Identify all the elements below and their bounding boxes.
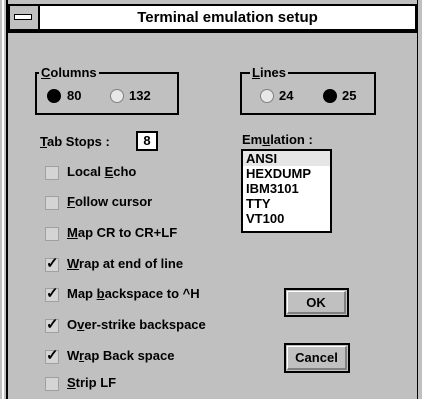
tab-stops-label: Tab Stops : — [40, 134, 110, 149]
strip-lf-checkbox[interactable] — [45, 377, 59, 391]
map-backspace-label: Map backspace to ^H — [67, 286, 200, 301]
wrap-end-of-line-checkbox[interactable]: ✓ — [45, 255, 59, 272]
columns-132-radio[interactable] — [110, 89, 124, 103]
checkmark-icon: ✓ — [46, 285, 59, 302]
emulation-option-vt100[interactable]: VT100 — [243, 211, 330, 226]
emulation-listbox[interactable]: ANSI HEXDUMP IBM3101 TTY VT100 — [241, 149, 332, 233]
columns-132-label: 132 — [129, 88, 151, 103]
system-menu-icon[interactable] — [10, 6, 40, 29]
map-cr-checkbox[interactable] — [45, 227, 59, 241]
tab-stops-input[interactable]: 8 — [136, 131, 158, 151]
emulation-option-ibm3101[interactable]: IBM3101 — [243, 181, 330, 196]
columns-80-radio[interactable] — [47, 89, 61, 103]
lines-24-label: 24 — [279, 88, 294, 103]
columns-80-label: 80 — [67, 88, 82, 103]
local-echo-label: Local Echo — [67, 164, 137, 179]
cancel-button[interactable]: Cancel — [284, 343, 350, 373]
map-cr-label: Map CR to CR+LF — [67, 225, 178, 240]
follow-cursor-label: Follow cursor — [67, 194, 153, 209]
columns-group: Columns 80 132 — [35, 65, 179, 115]
wrap-back-space-checkbox[interactable]: ✓ — [45, 347, 59, 364]
window-right-border — [417, 0, 422, 399]
checkmark-icon: ✓ — [46, 347, 59, 364]
lines-group-label: Lines — [250, 65, 288, 80]
emulation-option-ansi[interactable]: ANSI — [243, 151, 330, 166]
dialog-window: Terminal emulation setup Columns 80 132 … — [0, 0, 422, 399]
lines-25-label: 25 — [342, 88, 357, 103]
checkmark-icon: ✓ — [46, 316, 59, 333]
overstrike-backspace-checkbox[interactable]: ✓ — [45, 316, 59, 333]
lines-24-radio[interactable] — [260, 89, 274, 103]
columns-group-label: Columns — [39, 65, 99, 80]
emulation-option-hexdump[interactable]: HEXDUMP — [243, 166, 330, 181]
strip-lf-label: Strip LF — [67, 375, 117, 390]
map-backspace-checkbox[interactable]: ✓ — [45, 285, 59, 302]
window-left-border — [0, 0, 8, 399]
checkmark-icon: ✓ — [46, 255, 59, 272]
local-echo-checkbox[interactable] — [45, 166, 59, 180]
title-bar[interactable]: Terminal emulation setup — [8, 4, 417, 31]
follow-cursor-checkbox[interactable] — [45, 196, 59, 210]
lines-group: Lines 24 25 — [240, 65, 376, 115]
emulation-option-tty[interactable]: TTY — [243, 196, 330, 211]
emulation-label: Emulation : — [242, 132, 313, 147]
wrap-end-of-line-label: Wrap at end of line — [67, 256, 184, 271]
overstrike-backspace-label: Over-strike backspace — [67, 317, 206, 332]
ok-button[interactable]: OK — [284, 288, 349, 317]
window-title: Terminal emulation setup — [137, 9, 318, 26]
lines-25-radio[interactable] — [323, 89, 337, 103]
wrap-back-space-label: Wrap Back space — [67, 348, 175, 363]
